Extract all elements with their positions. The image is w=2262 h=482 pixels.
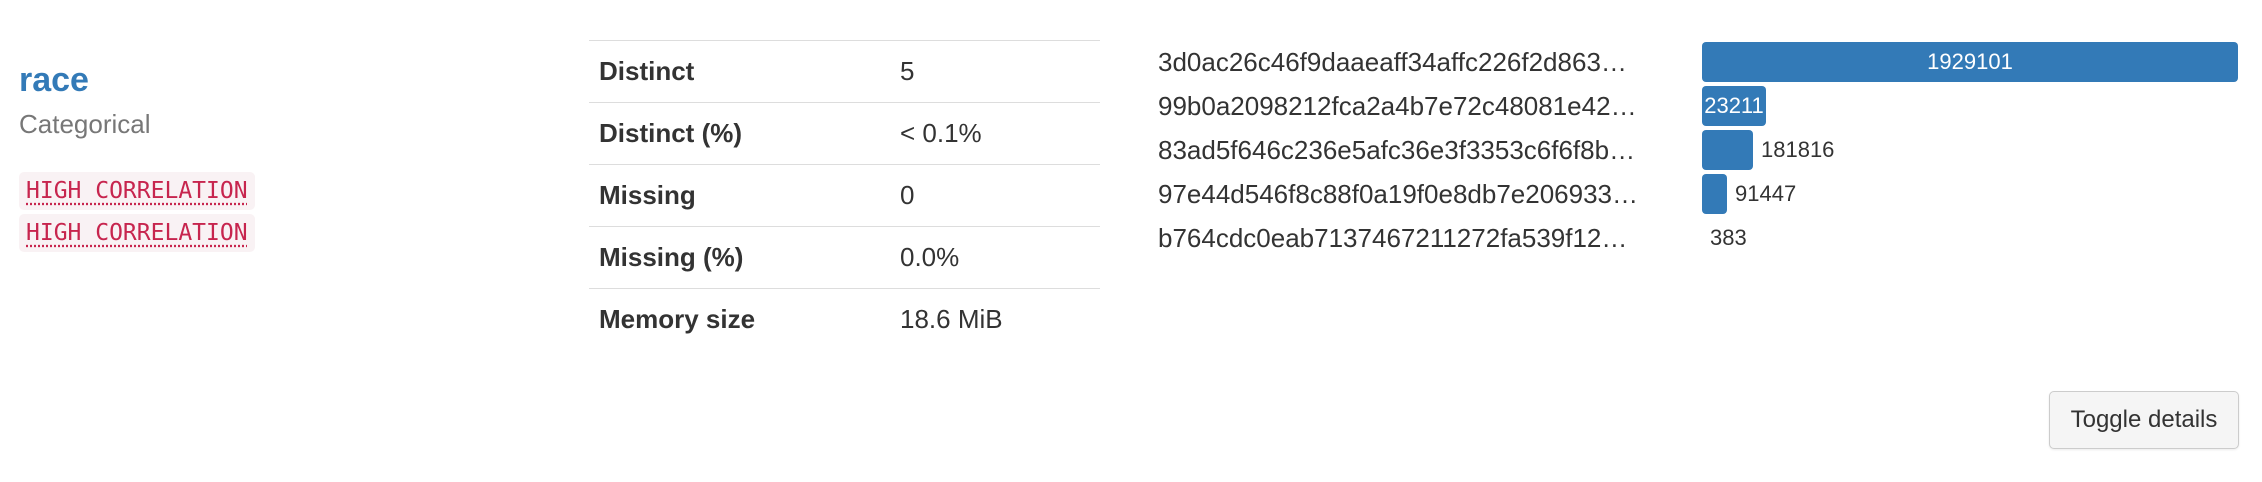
frequency-value: 1929101 [1927,49,2013,74]
stat-value: < 0.1% [890,102,1100,165]
frequency-label: 83ad5f646c236e5afc36e3f3353c6f6f8b… [1158,135,1636,165]
frequency-value: 383 [1710,225,1747,250]
stat-value: 18.6 MiB [890,288,1100,351]
frequency-label: b764cdc0eab7137467211272fa539f12… [1158,223,1628,253]
frequency-bar-area: 383 [1702,218,2238,258]
frequency-bar-area: 23211 [1702,86,2238,126]
frequency-chart: 3d0ac26c46f9daaeaff34affc226f2d863… 19291… [1158,40,2238,260]
frequency-value: 23211 [1704,93,1764,118]
toggle-details-button[interactable]: Toggle details [2049,391,2239,449]
frequency-label: 3d0ac26c46f9daaeaff34affc226f2d863… [1158,47,1627,77]
frequency-bar-area: 91447 [1702,174,2238,214]
frequency-bar-area: 181816 [1702,130,2238,170]
stat-label: Distinct [589,40,890,103]
frequency-row: 97e44d546f8c88f0a19f0e8db7e206933… 91447 [1158,172,2238,216]
stat-value: 0.0% [890,226,1100,289]
frequency-label: 99b0a2098212fca2a4b7e72c48081e42… [1158,91,1637,121]
stat-value: 5 [890,40,1100,103]
stat-label: Missing (%) [589,226,890,289]
alerts-list: HIGH CORRELATION HIGH CORRELATION [19,172,255,252]
alert-high-correlation[interactable]: HIGH CORRELATION [19,172,255,210]
stats-row: Memory size 18.6 MiB [589,288,1100,351]
stat-label: Memory size [589,288,890,351]
variable-name[interactable]: race [19,58,89,102]
frequency-row: b764cdc0eab7137467211272fa539f12… 383 [1158,216,2238,260]
frequency-value: 181816 [1761,137,1835,162]
frequency-row: 99b0a2098212fca2a4b7e72c48081e42… 23211 [1158,84,2238,128]
frequency-bar [1702,130,1753,170]
stats-row: Missing (%) 0.0% [589,226,1100,289]
stats-row: Missing 0 [589,164,1100,227]
stat-label: Missing [589,164,890,227]
alert-high-correlation[interactable]: HIGH CORRELATION [19,214,255,252]
variable-type: Categorical [19,109,151,139]
stat-value: 0 [890,164,1100,227]
stat-label: Distinct (%) [589,102,890,165]
frequency-row: 83ad5f646c236e5afc36e3f3353c6f6f8b… 18181… [1158,128,2238,172]
stats-table: Distinct 5 Distinct (%) < 0.1% Missing 0… [589,40,1100,351]
frequency-value: 91447 [1735,181,1797,206]
frequency-row: 3d0ac26c46f9daaeaff34affc226f2d863… 19291… [1158,40,2238,84]
frequency-label: 97e44d546f8c88f0a19f0e8db7e206933… [1158,179,1639,209]
stats-row: Distinct 5 [589,40,1100,103]
frequency-bar-area: 1929101 [1702,42,2238,82]
frequency-bar [1702,174,1727,214]
stats-row: Distinct (%) < 0.1% [589,102,1100,165]
